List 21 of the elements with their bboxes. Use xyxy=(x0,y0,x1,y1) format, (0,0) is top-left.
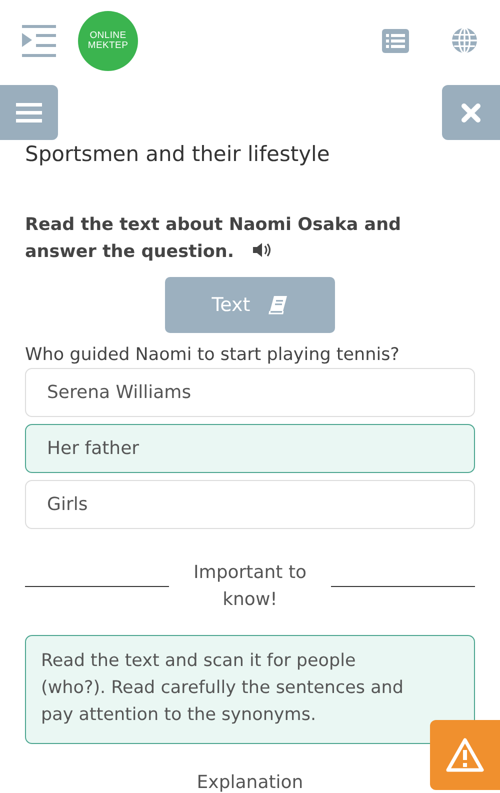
tip-text: Read the text and scan it for people (who?). Read carefully the sentences and pay attention to the synonyms. xyxy=(25,635,475,744)
menu-icon xyxy=(16,102,42,123)
speaker-icon[interactable] xyxy=(252,242,272,258)
list-icon[interactable] xyxy=(382,28,409,53)
close-icon xyxy=(461,102,481,123)
menu-button[interactable] xyxy=(0,85,58,140)
logo: ONLINE MEKTEP xyxy=(78,10,138,71)
globe-icon[interactable] xyxy=(451,27,478,54)
lesson-title: Sportsmen and their lifestyle xyxy=(24,142,331,166)
answer-option[interactable]: Girls xyxy=(25,480,475,529)
report-button[interactable] xyxy=(430,720,500,790)
close-button[interactable] xyxy=(442,85,500,140)
section-heading: Explanation xyxy=(196,772,304,793)
warning-icon xyxy=(446,738,484,772)
answer-option[interactable]: Her father xyxy=(25,424,475,473)
answer-option[interactable]: Serena Williams xyxy=(25,368,475,417)
instruction-text: Read the text about Naomi Osaka and answer the question. xyxy=(24,214,402,264)
question-text: Who guided Naomi to start playing tennis? xyxy=(24,345,400,365)
outline-toggle-icon[interactable] xyxy=(22,24,56,57)
section-heading: Important to know! xyxy=(192,561,308,612)
book-icon xyxy=(268,295,288,316)
